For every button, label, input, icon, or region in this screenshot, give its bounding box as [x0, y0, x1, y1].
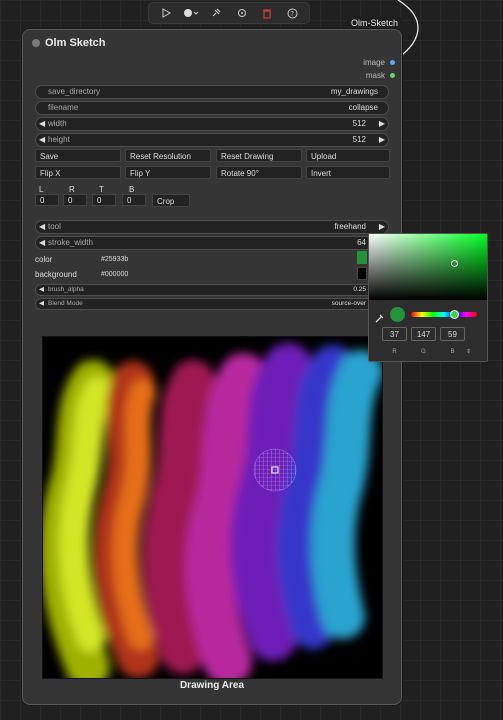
- node-header[interactable]: Olm Sketch: [23, 30, 401, 56]
- hue-slider[interactable]: [411, 312, 477, 317]
- green-label: G: [421, 349, 426, 355]
- widget-label: stroke_width: [48, 238, 93, 247]
- crop-button[interactable]: Crop: [152, 194, 190, 207]
- pin-icon[interactable]: [207, 4, 225, 22]
- svg-text:?: ?: [290, 10, 294, 18]
- crop-bottom-label: B: [129, 185, 135, 194]
- prev-arrow-icon[interactable]: ◀: [39, 221, 45, 233]
- crop-right-label: R: [69, 185, 75, 194]
- red-label: R: [392, 349, 397, 355]
- widget-value: collapse: [348, 103, 378, 112]
- widget-value: source-over: [331, 300, 366, 307]
- rotate-button[interactable]: Rotate 90°: [216, 166, 302, 179]
- node-toolbar: ?: [148, 2, 310, 24]
- background-swatch[interactable]: [357, 267, 367, 280]
- widget-value: 512: [352, 135, 366, 144]
- output-image[interactable]: image: [363, 58, 395, 67]
- tool-combo-widget[interactable]: ◀ tool freehand ▶: [35, 220, 389, 234]
- widget-value: my_drawings: [330, 87, 378, 96]
- width-number-widget[interactable]: ◀ width 512 ▶: [35, 117, 389, 131]
- decrement-arrow-icon[interactable]: ◀: [39, 237, 45, 249]
- invert-button[interactable]: Invert: [306, 166, 390, 179]
- decrement-arrow-icon[interactable]: ◀: [39, 134, 45, 146]
- play-icon[interactable]: [157, 4, 175, 22]
- save-directory-field[interactable]: save_directory my_drawings: [35, 85, 389, 99]
- crop-bottom-input[interactable]: 0: [122, 194, 146, 206]
- saturation-value-area[interactable]: [369, 234, 487, 300]
- drawing-canvas[interactable]: [42, 336, 383, 679]
- help-icon[interactable]: ?: [283, 4, 301, 22]
- saturation-handle[interactable]: [451, 260, 458, 267]
- flip-x-button[interactable]: Flip X: [35, 166, 121, 179]
- crop-top-label: T: [99, 185, 104, 194]
- output-mask[interactable]: mask: [366, 71, 395, 80]
- output-label: image: [363, 58, 385, 67]
- green-input[interactable]: 147: [411, 327, 436, 341]
- increment-arrow-icon[interactable]: ▶: [379, 118, 385, 130]
- stroke-width-widget[interactable]: ◀ stroke_width 64: [35, 236, 389, 250]
- painted-strokes: [43, 343, 382, 678]
- next-arrow-icon[interactable]: ▶: [379, 221, 385, 233]
- increment-arrow-icon[interactable]: ▶: [379, 134, 385, 146]
- crop-left-input[interactable]: 0: [35, 194, 59, 206]
- brush-alpha-slider[interactable]: ◀ brush_alpha 0.25: [35, 284, 389, 296]
- widget-label: tool: [48, 222, 61, 231]
- reset-resolution-button[interactable]: Reset Resolution: [125, 149, 211, 162]
- crop-top-input[interactable]: 0: [92, 194, 116, 206]
- filename-field[interactable]: filename collapse: [35, 101, 389, 115]
- color-picker-popup[interactable]: 37 147 59 R G B ⇕: [368, 233, 488, 362]
- blue-label: B: [450, 349, 455, 355]
- reset-drawing-button[interactable]: Reset Drawing: [216, 149, 302, 162]
- node-title: Olm Sketch: [45, 37, 106, 49]
- output-port-icon[interactable]: [390, 73, 395, 78]
- crop-left-label: L: [39, 185, 44, 194]
- circle-dropdown-icon[interactable]: [182, 4, 200, 22]
- widget-value: 64: [357, 238, 366, 247]
- crop-right-input[interactable]: 0: [63, 194, 87, 206]
- trash-icon[interactable]: [258, 4, 276, 22]
- target-icon[interactable]: [233, 4, 251, 22]
- hue-handle[interactable]: [450, 310, 459, 319]
- collapse-dot-icon[interactable]: [32, 39, 40, 47]
- upload-button[interactable]: Upload: [306, 149, 390, 162]
- canvas-title: Drawing Area: [179, 680, 245, 691]
- blend-mode-combo[interactable]: ◀ Blend Mode source-over: [35, 298, 389, 310]
- red-input[interactable]: 37: [382, 327, 407, 341]
- widget-value: 0.25: [353, 286, 366, 293]
- widget-label: brush_alpha: [48, 286, 84, 293]
- decrement-arrow-icon[interactable]: ◀: [39, 118, 45, 130]
- eyedropper-icon[interactable]: [375, 310, 384, 328]
- widget-label: save_directory: [48, 87, 101, 96]
- widget-label: height: [48, 135, 70, 144]
- widget-label: filename: [48, 103, 79, 112]
- blue-input[interactable]: 59: [440, 327, 465, 341]
- flip-y-button[interactable]: Flip Y: [125, 166, 211, 179]
- current-color-swatch: [390, 307, 405, 322]
- up-down-icon[interactable]: ⇕: [466, 348, 471, 355]
- color-swatch[interactable]: [357, 251, 367, 264]
- prev-arrow-icon[interactable]: ◀: [39, 299, 44, 309]
- widget-value: 512: [352, 119, 366, 128]
- widget-label: Blend Mode: [48, 300, 83, 307]
- save-button[interactable]: Save: [35, 149, 121, 162]
- output-port-icon[interactable]: [390, 60, 395, 65]
- widget-value: freehand: [334, 222, 366, 231]
- color-hex-value: #25933b: [101, 256, 129, 263]
- widget-label: width: [48, 119, 67, 128]
- height-number-widget[interactable]: ◀ height 512 ▶: [35, 133, 389, 147]
- background-hex-value: #000000: [101, 271, 129, 278]
- decrement-arrow-icon[interactable]: ◀: [39, 285, 44, 295]
- color-label: color: [35, 255, 53, 264]
- background-label: background: [35, 270, 77, 279]
- output-label: mask: [365, 71, 385, 80]
- olm-sketch-node[interactable]: Olm Sketch image mask save_directory my_…: [22, 29, 402, 705]
